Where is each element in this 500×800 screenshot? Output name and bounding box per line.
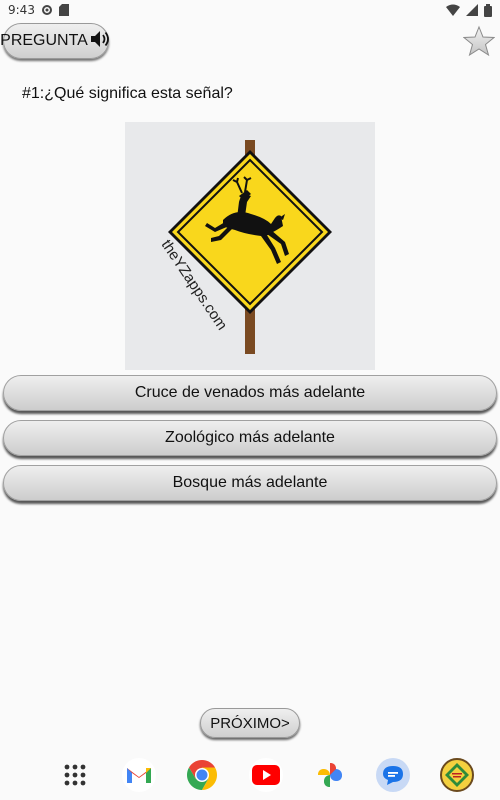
pregunta-label: PREGUNTA: [0, 32, 88, 49]
settings-icon: [41, 4, 53, 16]
traffic-signs-app-icon[interactable]: [439, 758, 474, 792]
status-bar-left: 9:43: [8, 3, 69, 17]
status-bar-right: [446, 3, 492, 17]
messages-icon[interactable]: [376, 758, 411, 792]
youtube-icon[interactable]: [248, 758, 283, 792]
signal-icon: [466, 4, 478, 16]
battery-icon: [484, 3, 492, 17]
app-drawer-icon[interactable]: [58, 758, 92, 792]
answer-button-1[interactable]: Cruce de venados más adelante: [3, 375, 497, 411]
next-button[interactable]: PRÓXIMO>: [200, 708, 300, 738]
deer-crossing-sign-image: theYZapps.com: [125, 122, 375, 370]
status-time: 9:43: [8, 3, 35, 17]
question-text: #1:¿Qué significa esta señal?: [22, 85, 233, 102]
pregunta-speak-button[interactable]: PREGUNTA: [0, 23, 112, 59]
favorite-star-icon[interactable]: [462, 25, 496, 57]
answer-button-2[interactable]: Zoológico más adelante: [3, 420, 497, 456]
wifi-icon: [446, 4, 460, 16]
answer-button-3[interactable]: Bosque más adelante: [3, 465, 497, 501]
photos-icon[interactable]: [313, 758, 347, 792]
gmail-icon[interactable]: [121, 758, 156, 792]
status-bar: 9:43: [0, 0, 500, 20]
speaker-icon: [90, 29, 112, 54]
app-dock: [58, 752, 474, 798]
chrome-icon[interactable]: [185, 758, 219, 792]
sd-card-icon: [58, 4, 69, 16]
